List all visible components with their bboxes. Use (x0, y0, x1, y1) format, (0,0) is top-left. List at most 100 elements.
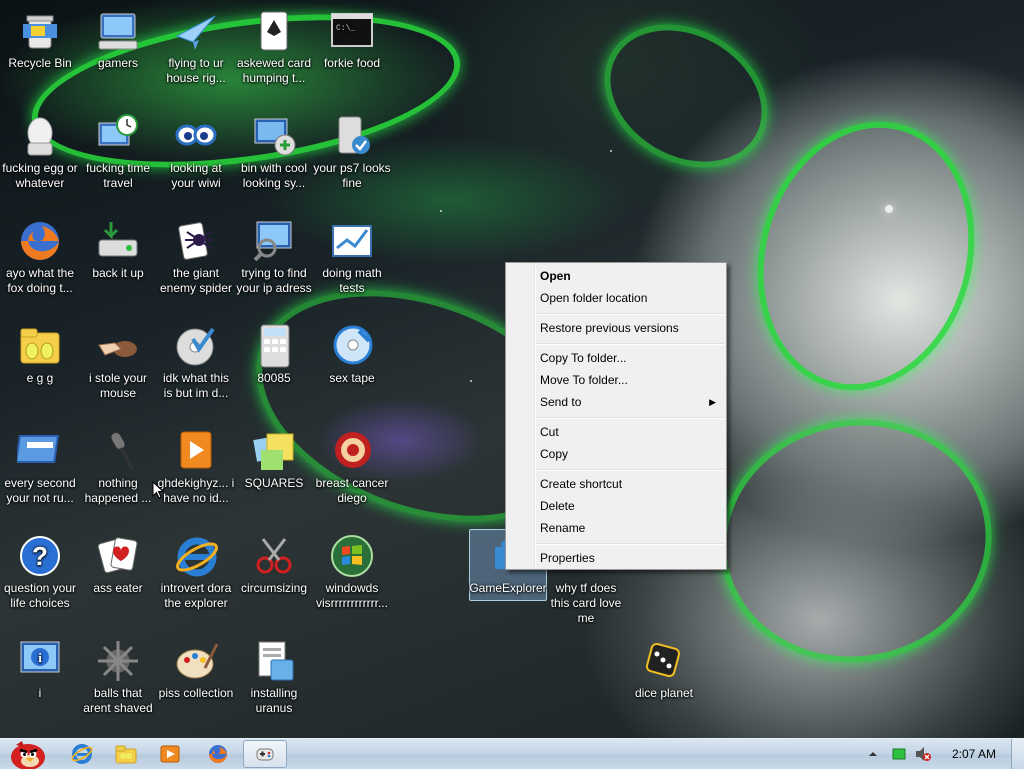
desktop-icon-back-it-up[interactable]: back it up (78, 218, 158, 281)
desktop-icon-question-your-life-choices[interactable]: ? question your life choices (0, 533, 80, 611)
desktop-icon-gamers[interactable]: gamers (78, 8, 158, 71)
desktop-icon-looking-at-your-wiwi[interactable]: looking at your wiwi (156, 113, 236, 191)
eyes-icon (175, 124, 217, 146)
desktop-icon-e-g-g[interactable]: e g g (0, 323, 80, 386)
taskbar-firefox[interactable] (196, 740, 240, 768)
desktop-icon-label: windowds visrrrrrrrrrrrr... (316, 581, 388, 610)
microphone-icon (110, 432, 135, 471)
desktop-icon-ayo-what-the-fox-doing-t[interactable]: ayo what the fox doing t... (0, 218, 80, 296)
menu-item-delete[interactable]: Delete (508, 495, 724, 517)
desktop-icon-label: i (38, 686, 42, 700)
desktop-icon-label: fucking time travel (85, 161, 151, 190)
svg-text:i: i (38, 650, 42, 665)
desktop-icon-breast-cancer-diego[interactable]: breast cancer diego (312, 428, 392, 506)
wallpaper-star (885, 205, 893, 213)
desktop-icon-nothing-happened[interactable]: nothing happened ... (78, 428, 158, 506)
menu-item-open[interactable]: Open (508, 265, 724, 287)
taskbar-media-player[interactable] (148, 740, 192, 768)
taskbar-internet-explorer[interactable] (60, 740, 104, 768)
recycle-bin-icon (23, 15, 57, 49)
desktop-icon-ass-eater[interactable]: ass eater (78, 533, 158, 596)
clock-monitor-icon (98, 114, 138, 146)
sticky-notes-icon (253, 433, 294, 470)
menu-item-rename[interactable]: Rename (508, 517, 724, 539)
volume-muted-icon[interactable] (914, 746, 932, 762)
desktop-icon-bin-with-cool-looking-sy[interactable]: bin with cool looking sy... (234, 113, 314, 191)
desktop-icon-sex-tape[interactable]: sex tape (312, 323, 392, 386)
wallpaper-star (610, 150, 612, 152)
show-desktop-button[interactable] (1011, 739, 1024, 769)
menu-item-move-to-folder[interactable]: Move To folder... (508, 369, 724, 391)
device-check-icon (338, 116, 370, 154)
desktop-icon-squares[interactable]: SQUARES (234, 428, 314, 491)
taskbar: 2:07 AM (0, 738, 1024, 769)
menu-item-create-shortcut[interactable]: Create shortcut (508, 473, 724, 495)
help-icon: ? (20, 536, 60, 576)
desktop-icon-balls-that-arent-shaved[interactable]: balls that arent shaved (78, 638, 158, 716)
desktop-icon-label: flying to ur house rig... (166, 56, 226, 85)
desktop-icon-label: your ps7 looks fine (313, 161, 391, 190)
windows-orb-icon (331, 535, 373, 577)
math-chart-icon (332, 225, 372, 257)
menu-item-properties[interactable]: Properties (508, 547, 724, 569)
desktop-icon-forkie-food[interactable]: C:\_ forkie food (312, 8, 392, 71)
presentation-icon (17, 435, 60, 463)
media-player-icon (160, 745, 180, 763)
desktop-icon-recycle-bin[interactable]: Recycle Bin (0, 8, 80, 71)
desktop-icon-trying-to-find-your-ip-adress[interactable]: trying to find your ip adress (234, 218, 314, 296)
desktop-icon-label: e g g (26, 371, 54, 385)
desktop-icon-80085[interactable]: 80085 (234, 323, 314, 386)
desktop-icon-the-giant-enemy-spider[interactable]: the giant enemy spider (156, 218, 236, 296)
desktop-icon-askewed-card-humping-t[interactable]: askewed card humping t... (234, 8, 314, 86)
battery-icon[interactable] (892, 747, 906, 761)
desktop-icon-label: why tf does this card love me (550, 581, 622, 625)
menu-item-cut[interactable]: Cut (508, 421, 724, 443)
desktop-icon-installing-uranus[interactable]: installing uranus (234, 638, 314, 716)
desktop-icon-label: question your life choices (3, 581, 77, 610)
network-monitor-icon (254, 118, 296, 156)
desktop-icon-label: piss collection (158, 686, 234, 700)
start-button[interactable] (2, 740, 52, 769)
desktop-icon-i[interactable]: ii (0, 638, 80, 701)
egg-device-icon (27, 117, 53, 156)
media-disc-icon (333, 325, 373, 365)
paint-palette-icon (176, 643, 219, 679)
backup-drive-icon (98, 222, 138, 257)
submenu-arrow-icon: ▶ (709, 397, 716, 407)
chess-titans-icon (335, 432, 371, 468)
taskbar-game-explorer[interactable] (243, 740, 287, 768)
desktop-icon-i-stole-your-mouse[interactable]: i stole your mouse (78, 323, 158, 401)
desktop-icon-label: ghdekighyz... i have no id... (157, 476, 235, 505)
computer-keyboard-icon (98, 13, 138, 50)
desktop-icon-idk-what-this-is-but-im-d[interactable]: idk what this is but im d... (156, 323, 236, 401)
desktop-icon-doing-math-tests[interactable]: doing math tests (312, 218, 392, 296)
angry-bird-icon (11, 741, 45, 769)
desktop-icon-every-second-your-not-ru[interactable]: every second your not ru... (0, 428, 80, 506)
desktop-icon-fucking-egg-or-whatever[interactable]: fucking egg or whatever (0, 113, 80, 191)
desktop-icon-your-ps7-looks-fine[interactable]: your ps7 looks fine (312, 113, 392, 191)
desktop[interactable]: Recycle Bin gamers flying to ur house rig.… (0, 0, 1024, 738)
wallpaper-star (470, 380, 472, 382)
system-clock[interactable]: 2:07 AM (952, 739, 996, 769)
desktop-icon-dice-planet[interactable]: dice planet (624, 638, 704, 701)
menu-item-copy[interactable]: Copy (508, 443, 724, 465)
desktop-icon-fucking-time-travel[interactable]: fucking time travel (78, 113, 158, 191)
desktop-icon-piss-collection[interactable]: piss collection (156, 638, 236, 701)
desktop-icon-label: gamers (97, 56, 138, 70)
desktop-icon-introvert-dora-the-explorer[interactable]: introvert dora the explorer (156, 533, 236, 611)
desktop-icon-flying-to-ur-house-rig[interactable]: flying to ur house rig... (156, 8, 236, 86)
paper-plane-icon (175, 15, 216, 50)
desktop-icon-windowds-visrrrrrrrrrrrr[interactable]: windowds visrrrrrrrrrrrr... (312, 533, 392, 611)
show-hidden-icons-arrow-icon[interactable] (868, 749, 878, 759)
menu-item-open-folder-location[interactable]: Open folder location (508, 287, 724, 309)
desktop-icon-ghdekighyz-i-have-no-id[interactable]: ghdekighyz... i have no id... (156, 428, 236, 506)
menu-item-copy-to-folder[interactable]: Copy To folder... (508, 347, 724, 369)
taskbar-windows-explorer[interactable] (104, 740, 148, 768)
desktop-icon-label: idk what this is but im d... (162, 371, 230, 400)
desktop-icon-label: GameExplorer (469, 581, 547, 595)
menu-item-restore-previous-versions[interactable]: Restore previous versions (508, 317, 724, 339)
media-player-icon (180, 431, 212, 469)
desktop-icon-circumsizing[interactable]: circumsizing (234, 533, 314, 596)
desktop-icon-label: dice planet (634, 686, 694, 700)
menu-item-send-to[interactable]: Send to ▶ (508, 391, 724, 413)
